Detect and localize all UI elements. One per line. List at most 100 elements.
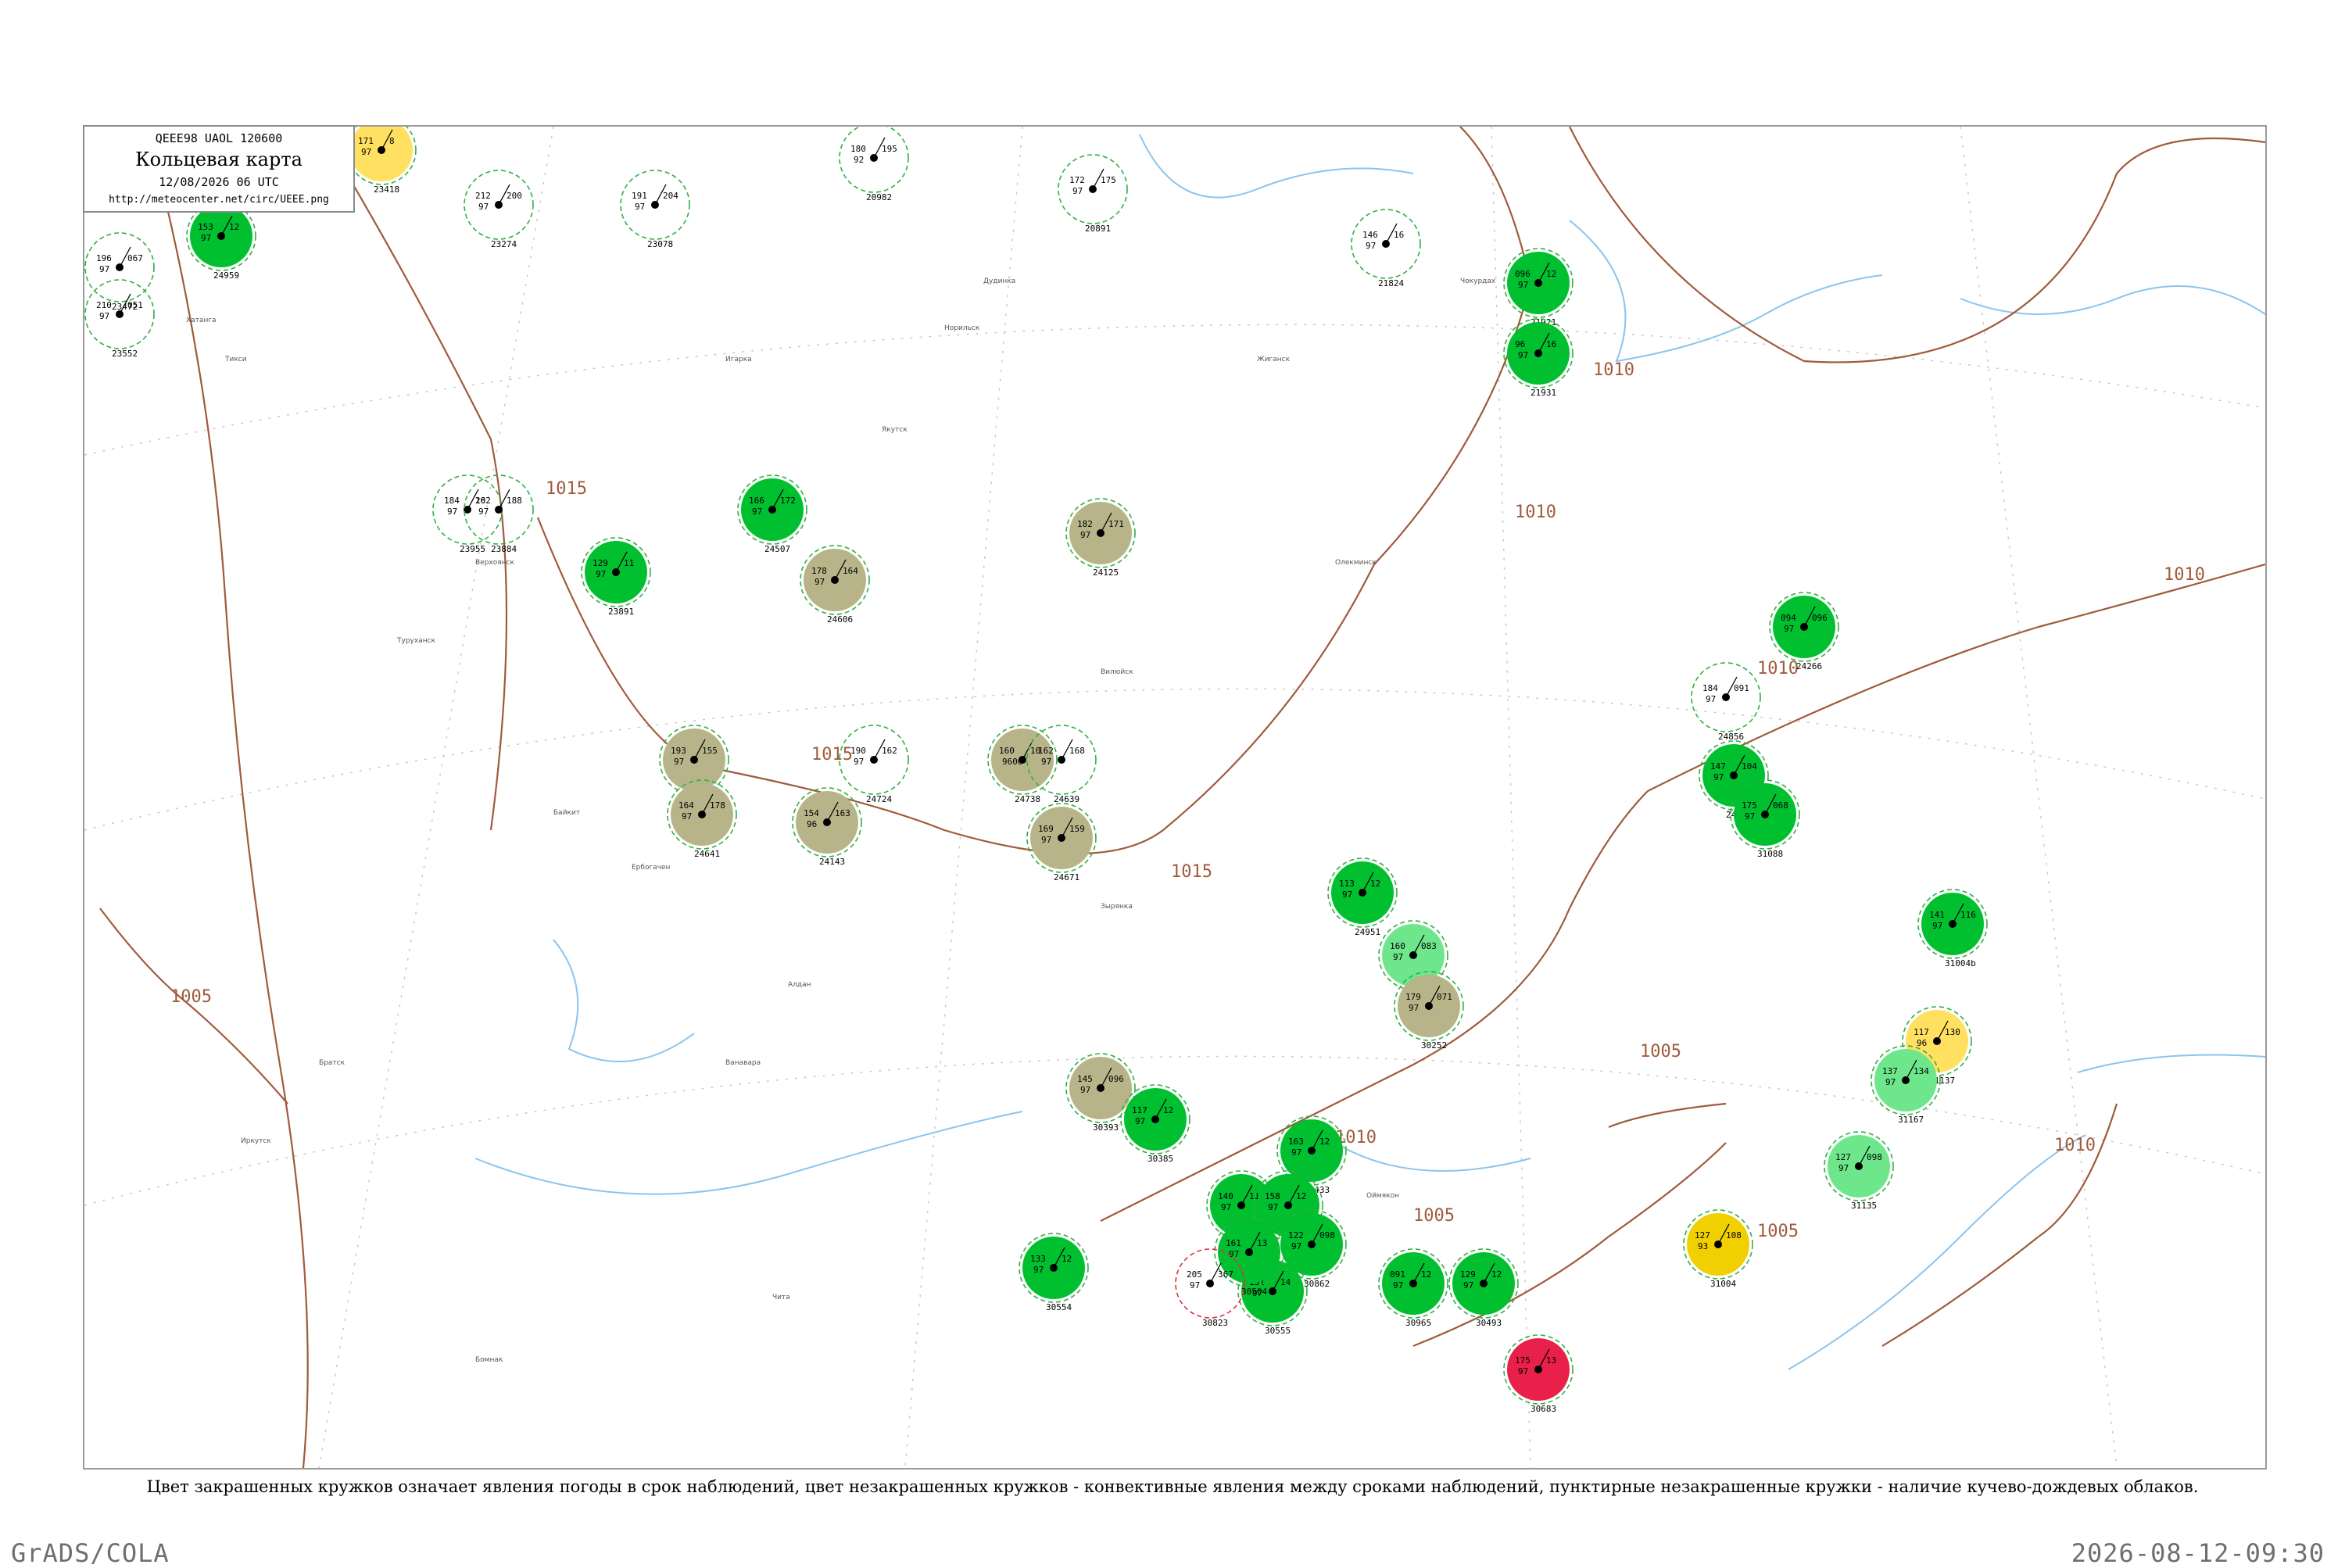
temperature-value: 97 [1342, 890, 1352, 900]
station-name: Жиганск [1257, 356, 1291, 363]
temperature-value: 97 [1135, 1116, 1145, 1126]
station-marker[interactable]: 12797 098 31135 [1824, 1131, 1894, 1211]
station-id: 24125 [1093, 567, 1119, 578]
dewpoint-value: 096 [1812, 613, 1828, 623]
station-id: 24724 [866, 794, 892, 804]
pressure-value: 193 [671, 746, 686, 756]
station-name: Вилюйск [1101, 668, 1133, 676]
station-id: 30683 [1531, 1404, 1556, 1414]
station-marker[interactable]: 21297 200 23274 [464, 170, 534, 249]
station-id: 20891 [1085, 224, 1111, 234]
dewpoint-value: 071 [1437, 992, 1452, 1002]
pressure-value: 184 [1702, 683, 1718, 693]
temperature-value: 97 [1041, 757, 1051, 767]
station-marker[interactable]: 18092 195 20982 [839, 127, 909, 202]
station-marker[interactable]: 12997 12 30493 [1448, 1248, 1519, 1328]
station-marker[interactable]: 11397 12 24951 [1327, 857, 1398, 937]
station-id: 30554 [1046, 1302, 1072, 1312]
dewpoint-value: 098 [1319, 1230, 1335, 1240]
dewpoint-value: 172 [780, 496, 796, 506]
station-marker[interactable]: 12793 108 31004 [1683, 1209, 1753, 1289]
station-marker[interactable]: 9697 16 21931 [1503, 318, 1573, 398]
pressure-value: 96 [1515, 339, 1525, 349]
map-frame: 1015 1015 1015 1010 1010 1010 1010 1010 … [83, 125, 2267, 1470]
temperature-value: 97 [1885, 1077, 1896, 1087]
temperature-value: 97 [1080, 1085, 1090, 1095]
station-marker[interactable]: 17597 13 30683 [1503, 1334, 1573, 1414]
pressure-value: 113 [1339, 879, 1355, 889]
station-id: 21931 [1531, 388, 1556, 398]
temperature-value: 97 [1366, 241, 1376, 251]
isobar-label: 1005 [170, 987, 212, 1007]
isobar-label: 1010 [2164, 565, 2205, 585]
dewpoint-value: 16 [1394, 230, 1404, 240]
station-marker[interactable]: 09197 12 30965 [1378, 1248, 1448, 1328]
station-name: Чокурдах [1460, 277, 1496, 285]
temperature-value: 97 [814, 577, 825, 587]
weather-map[interactable]: 1015 1015 1015 1010 1010 1010 1010 1010 … [84, 127, 2265, 1468]
station-name: Зырянка [1101, 903, 1133, 911]
station-marker[interactable]: 17897 164 24606 [800, 545, 870, 625]
temperature-value: 97 [1291, 1241, 1301, 1251]
dewpoint-value: 178 [710, 800, 725, 811]
station-marker[interactable]: 16497 178 24641 [667, 779, 737, 859]
station-id: 23955 [460, 544, 485, 554]
station-marker[interactable]: 14197 116 31004b [1917, 889, 1988, 968]
dewpoint-value: 159 [1069, 824, 1085, 834]
station-marker[interactable]: 15397 12 24959 [186, 201, 256, 281]
station-name: Норильск [944, 324, 980, 332]
station-id: 24143 [819, 857, 845, 867]
pressure-value: 147 [1710, 761, 1726, 771]
pressure-value: 122 [1288, 1230, 1304, 1240]
footer-software: GrADS/COLA [11, 1538, 170, 1568]
station-marker[interactable]: 18297 171 24125 [1065, 498, 1136, 578]
temperature-value: 97 [1932, 921, 1942, 931]
station-marker[interactable]: 096971221921 [1503, 248, 1573, 328]
temperature-value: 97 [1745, 811, 1755, 822]
station-name: Чита [772, 1294, 790, 1301]
temperature-value: 97 [674, 757, 684, 767]
station-marker[interactable]: 16697 172 24507 [737, 474, 807, 554]
dewpoint-value: 12 [1296, 1191, 1306, 1201]
temperature-value: 97 [1463, 1280, 1473, 1291]
station-name: Тикси [224, 356, 247, 363]
station-marker[interactable]: 17197 8 23418 [346, 127, 417, 195]
station-marker[interactable]: 17297 175 20891 [1058, 154, 1128, 234]
pressure-value: 175 [1515, 1355, 1531, 1366]
dewpoint-value: 108 [1726, 1230, 1742, 1240]
station-marker[interactable]: 184971623955 [432, 474, 503, 554]
pressure-value: 129 [1460, 1269, 1476, 1280]
pressure-value: 127 [1695, 1230, 1710, 1240]
station-name: Туруханск [396, 637, 436, 645]
station-marker[interactable]: 12997 11 23891 [581, 537, 651, 617]
dewpoint-value: 13 [1257, 1238, 1267, 1248]
dewpoint-value: 134 [1914, 1066, 1929, 1076]
temperature-value: 97 [1072, 186, 1083, 196]
station-id: 24639 [1054, 794, 1079, 804]
pressure-value: 210 [96, 300, 112, 310]
station-marker[interactable]: 13397 12 30554 [1019, 1233, 1089, 1312]
station-id: 24671 [1054, 872, 1079, 882]
station-marker[interactable]: 16997 159 24671 [1026, 803, 1097, 882]
temperature-value: 97 [1190, 1280, 1200, 1291]
pressure-value: 145 [1077, 1074, 1093, 1084]
pressure-value: 190 [850, 746, 866, 756]
station-name: Оймякон [1366, 1192, 1399, 1200]
dewpoint-value: 188 [507, 496, 522, 506]
station-marker[interactable]: 18497 091 24856 [1691, 662, 1761, 742]
dewpoint-value: 12 [1062, 1254, 1072, 1264]
station-name: Верхоянск [475, 559, 515, 567]
station-marker[interactable]: 19197 204 23078 [620, 170, 690, 249]
pressure-value: 096 [1515, 269, 1531, 279]
bulletin-code: QEEE98 UAOL 120600 [155, 131, 283, 145]
temperature-value: 97 [752, 507, 762, 517]
station-marker[interactable]: 19097 162 24724 [839, 725, 909, 804]
station-marker[interactable]: 14697 16 21824 [1351, 209, 1421, 288]
station-marker[interactable]: 11797 12 30385 [1120, 1084, 1190, 1164]
station-id: 31004 [1710, 1279, 1736, 1289]
temperature-value: 97 [361, 147, 371, 157]
graticule [84, 127, 2265, 1468]
pressure-value: 163 [1288, 1137, 1304, 1147]
station-id: 23891 [608, 607, 634, 617]
dewpoint-value: 8 [389, 136, 395, 146]
